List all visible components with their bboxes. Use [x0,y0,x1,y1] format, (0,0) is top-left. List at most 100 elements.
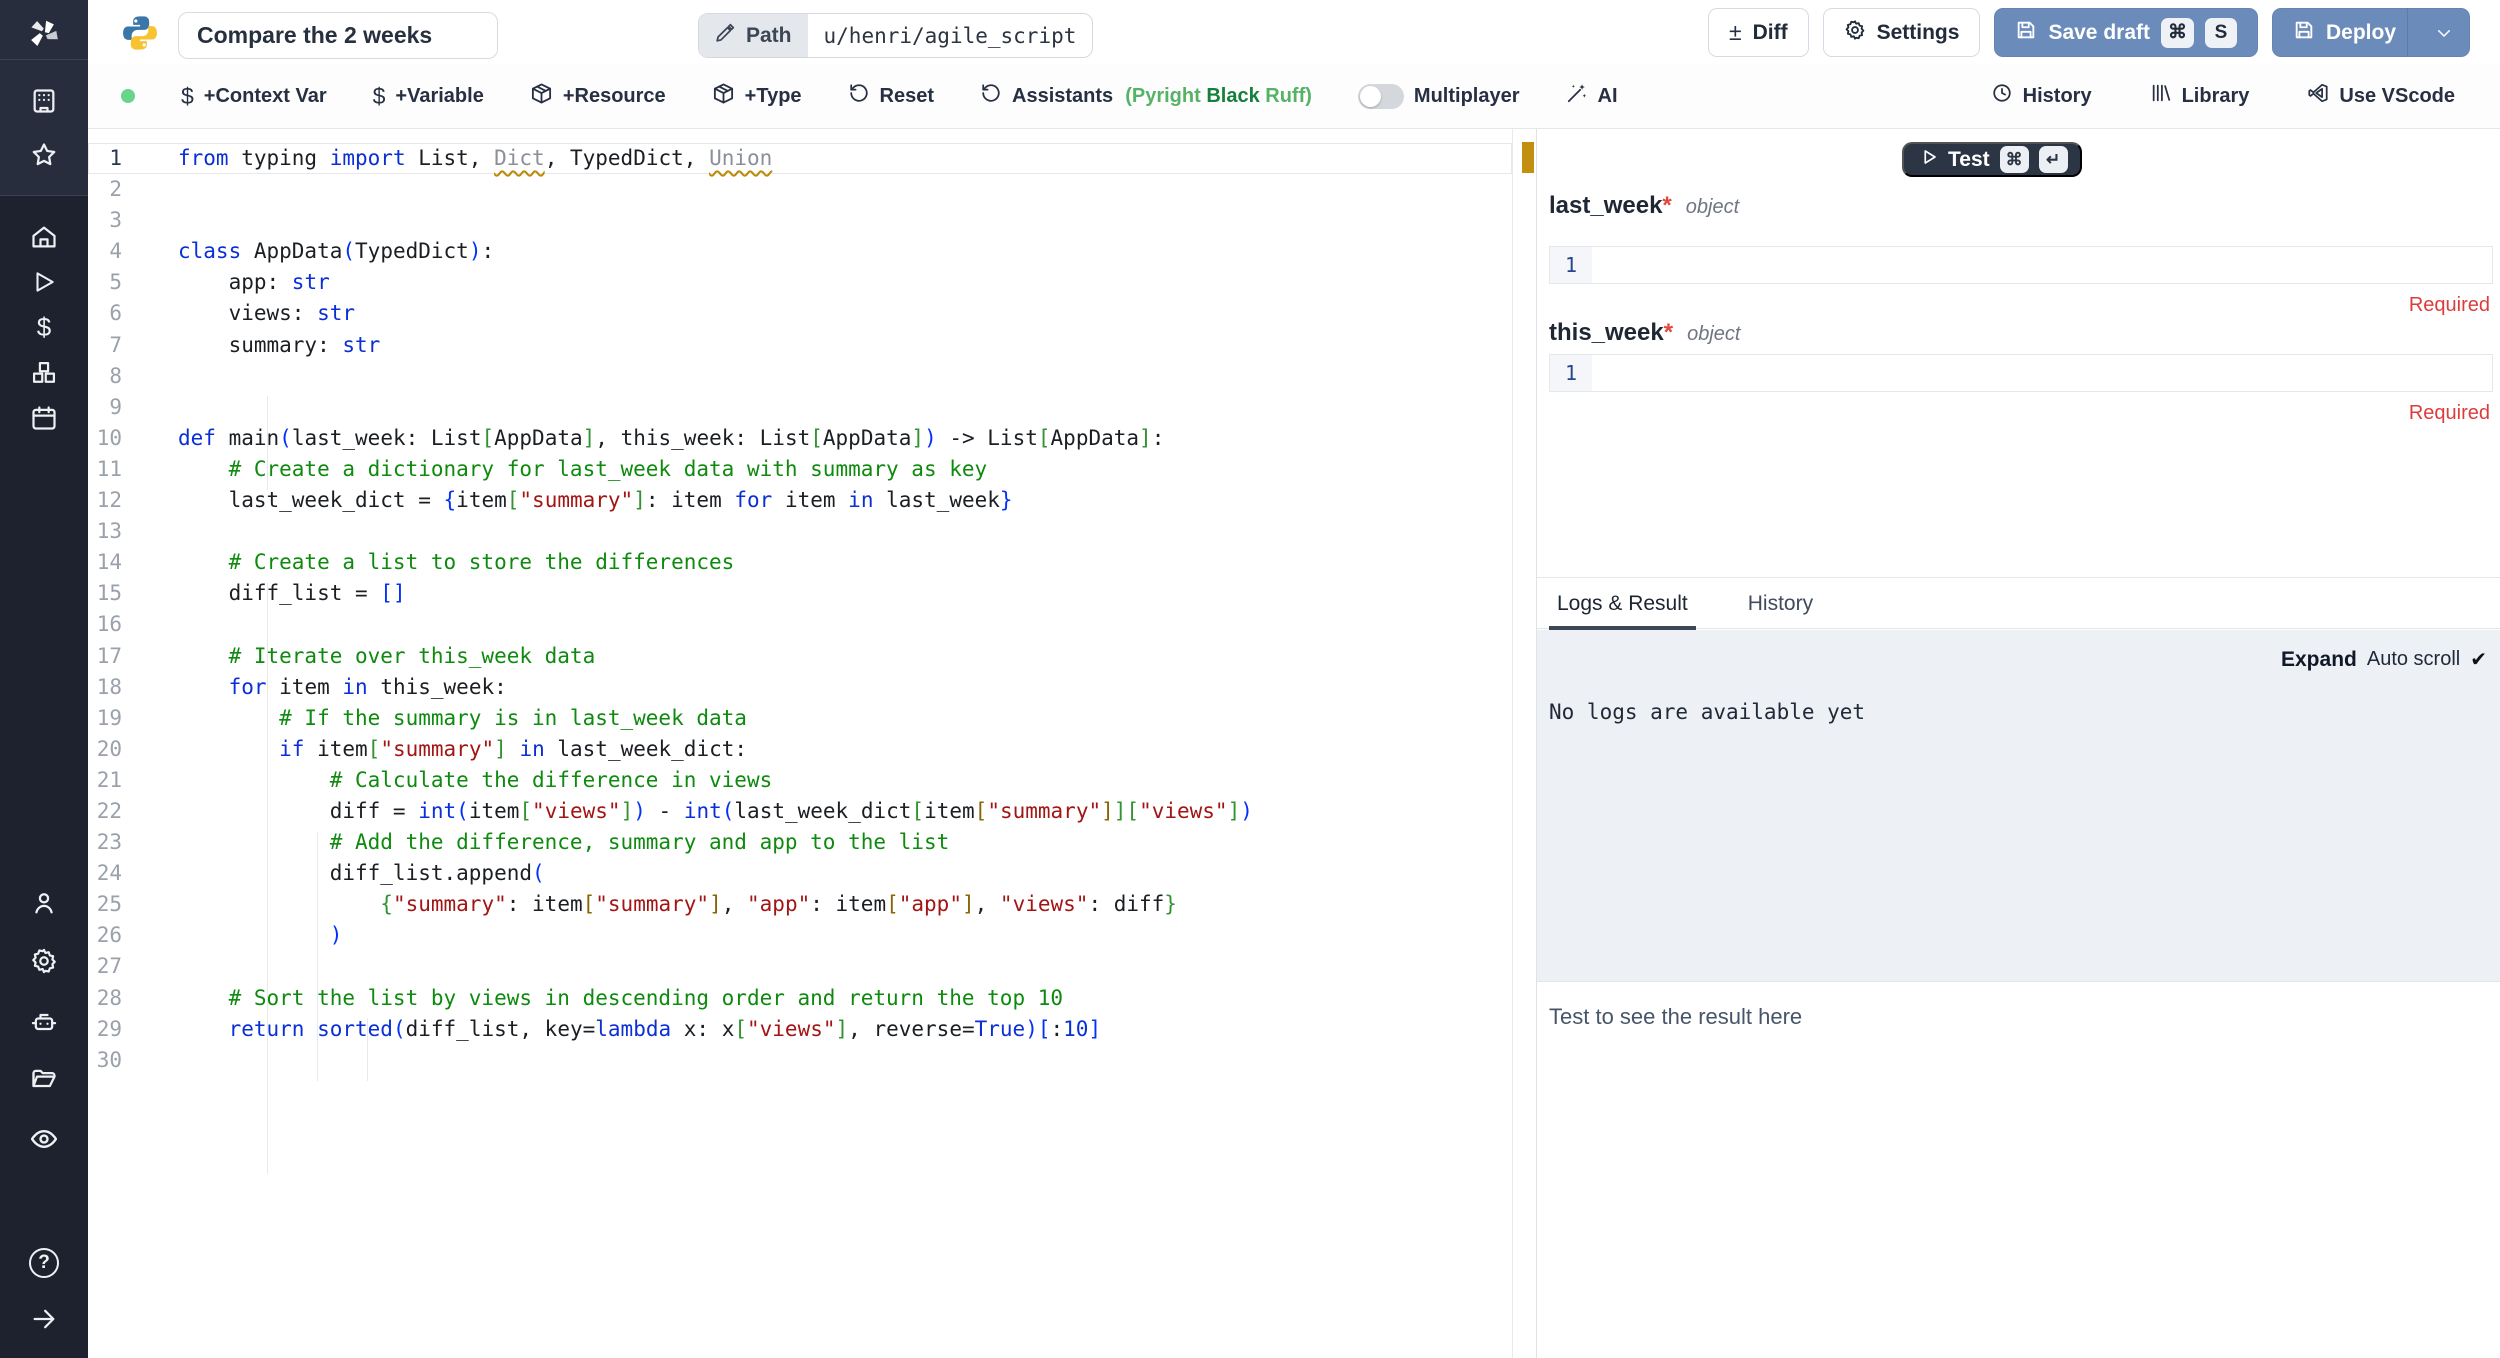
sidebar: $ ? [0,0,88,1358]
code-line-15[interactable]: 15 diff_list = [] [88,578,1512,609]
code-line-30[interactable]: 30 [88,1045,1512,1076]
code-lines[interactable]: 1from typing import List, Dict, TypedDic… [88,143,1512,1076]
code-line-12[interactable]: 12 last_week_dict = {item["summary"]: it… [88,485,1512,516]
code-line-17[interactable]: 17 # Iterate over this_week data [88,641,1512,672]
code-line-1[interactable]: 1from typing import List, Dict, TypedDic… [88,143,1512,174]
deploy-button[interactable]: Deploy [2272,8,2470,57]
code-line-4[interactable]: 4class AppData(TypedDict): [88,236,1512,267]
code-line-26[interactable]: 26 ) [88,920,1512,951]
code-line-10[interactable]: 10def main(last_week: List[AppData], thi… [88,423,1512,454]
code-line-22[interactable]: 22 diff = int(item["views"]) - int(last_… [88,796,1512,827]
save-draft-button[interactable]: Save draft ⌘ S [1994,8,2258,57]
sidebar-item-users[interactable] [0,885,88,921]
tab-logs-result[interactable]: Logs & Result [1549,592,1696,628]
package-icon [530,82,553,111]
code-line-14[interactable]: 14 # Create a list to store the differen… [88,547,1512,578]
script-title-input[interactable]: Compare the 2 weeks [178,12,498,59]
history-clock-icon [1991,82,2013,110]
library-button[interactable]: Library [2150,82,2250,110]
ai-button[interactable]: AI [1566,82,1618,110]
tab-history[interactable]: History [1740,592,1821,628]
use-vscode-button[interactable]: Use VScode [2307,82,2455,110]
sidebar-item-runs[interactable] [0,264,88,300]
code-line-29[interactable]: 29 return sorted(diff_list, key=lambda x… [88,1014,1512,1045]
sidebar-item-variables[interactable]: $ [0,309,88,345]
main-area: Compare the 2 weeks Path u/henri/agile_s… [88,0,2500,1358]
arg-input-line-number: 1 [1550,355,1592,391]
code-editor[interactable]: 1from typing import List, Dict, TypedDic… [88,129,1512,1358]
sidebar-collapse-arrow-icon[interactable] [0,1301,88,1337]
arg-label-last-week: last_week*object [1549,192,1739,220]
cmd-key-badge: ⌘ [2000,146,2029,173]
arg-input-content[interactable] [1592,247,2492,283]
sidebar-item-favorites[interactable] [0,137,88,173]
code-line-21[interactable]: 21 # Calculate the difference in views [88,765,1512,796]
expand-button[interactable]: Expand [2281,648,2357,672]
code-line-16[interactable]: 16 [88,609,1512,640]
add-type-button[interactable]: +Type [712,82,802,111]
required-badge: Required [2409,294,2490,317]
arg-input-content[interactable] [1592,355,2492,391]
add-context-var-button[interactable]: $ +Context Var [181,85,327,108]
refresh-icon [980,82,1002,110]
windmill-script-editor: $ ? [0,0,2500,1358]
code-line-7[interactable]: 7 summary: str [88,330,1512,361]
code-line-25[interactable]: 25 {"summary": item["summary"], "app": i… [88,889,1512,920]
code-line-20[interactable]: 20 if item["summary"] in last_week_dict: [88,734,1512,765]
sidebar-item-workers[interactable] [0,1004,88,1040]
sidebar-item-audit-logs[interactable] [0,1121,88,1157]
sidebar-item-schedules[interactable] [0,400,88,436]
library-icon [2150,82,2172,110]
code-line-19[interactable]: 19 # If the summary is in last_week data [88,703,1512,734]
multiplayer-toggle[interactable] [1358,84,1404,109]
divider [2407,8,2408,57]
overview-ruler [1512,129,1536,1358]
dollar-icon: $ [373,85,386,108]
sidebar-item-workspace[interactable] [0,83,88,119]
history-button[interactable]: History [1991,82,2092,110]
code-line-2[interactable]: 2 [88,174,1512,205]
sidebar-item-home[interactable] [0,219,88,255]
code-line-23[interactable]: 23 # Add the difference, summary and app… [88,827,1512,858]
add-variable-button[interactable]: $ +Variable [373,85,484,108]
sidebar-item-folders[interactable] [0,1061,88,1097]
top-bar: Compare the 2 weeks Path u/henri/agile_s… [88,0,2500,64]
settings-button[interactable]: Settings [1823,8,1981,57]
refresh-icon [848,82,870,110]
assistants-button[interactable]: Assistants (Pyright Black Ruff) [980,82,1312,110]
dollar-icon: $ [181,85,194,108]
path-group: Path u/henri/agile_script [698,13,1093,58]
code-line-11[interactable]: 11 # Create a dictionary for last_week d… [88,454,1512,485]
windmill-logo-icon[interactable] [0,8,88,60]
code-line-3[interactable]: 3 [88,205,1512,236]
chevron-down-icon[interactable] [2419,9,2469,56]
diff-button[interactable]: ± Diff [1708,8,1809,57]
autoscroll-checkbox[interactable]: ✔ [2470,647,2487,672]
path-edit-button[interactable]: Path [699,14,808,57]
code-line-24[interactable]: 24 diff_list.append( [88,858,1512,889]
add-resource-button[interactable]: +Resource [530,82,666,111]
code-line-13[interactable]: 13 [88,516,1512,547]
code-line-9[interactable]: 9 [88,392,1512,423]
sidebar-item-help[interactable]: ? [0,1245,88,1281]
multiplayer-control: Multiplayer [1358,84,1520,109]
code-line-8[interactable]: 8 [88,361,1512,392]
autoscroll-label: Auto scroll [2367,648,2460,671]
arg-input-line-number: 1 [1550,247,1592,283]
result-area: Test to see the result here [1537,981,2500,1358]
code-line-27[interactable]: 27 [88,951,1512,982]
sync-status-dot [121,89,135,103]
reset-button[interactable]: Reset [848,82,934,110]
sidebar-item-resources[interactable] [0,355,88,391]
code-line-18[interactable]: 18 for item in this_week: [88,672,1512,703]
cmd-key-badge: ⌘ [2161,18,2194,48]
sidebar-item-settings[interactable] [0,943,88,979]
arg-input-this-week[interactable]: 1 [1549,354,2493,392]
arg-input-last-week[interactable]: 1 [1549,246,2493,284]
code-line-28[interactable]: 28 # Sort the list by views in descendin… [88,983,1512,1014]
logs-area: Expand Auto scroll ✔ No logs are availab… [1537,630,2500,981]
test-button[interactable]: Test ⌘ ↵ [1902,142,2082,177]
code-line-5[interactable]: 5 app: str [88,267,1512,298]
path-value-input[interactable]: u/henri/agile_script [808,14,1093,57]
code-line-6[interactable]: 6 views: str [88,298,1512,329]
